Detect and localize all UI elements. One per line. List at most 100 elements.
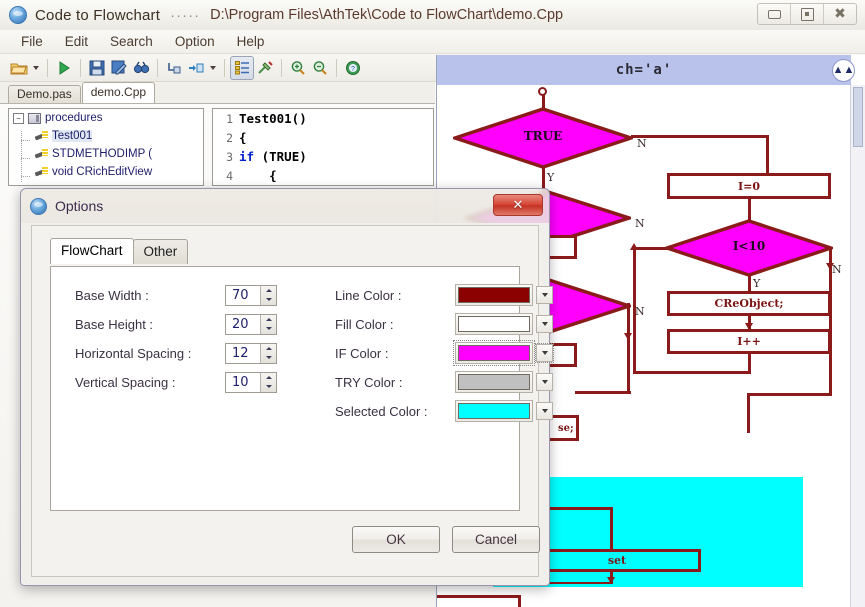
selected-color-dropdown-caret[interactable] (536, 402, 553, 420)
stepper-buttons[interactable] (260, 372, 276, 392)
arrow-head (826, 263, 834, 270)
if-color-swatch-button[interactable] (453, 340, 535, 366)
tree-tick (21, 140, 31, 141)
menu-item-edit[interactable]: Edit (54, 32, 99, 51)
editor-tab-demo-pas[interactable]: Demo.pas (8, 85, 81, 103)
process-node-set[interactable]: set (533, 549, 701, 572)
stepper-down-icon[interactable] (261, 324, 276, 334)
tree-item-test001[interactable]: Test001 (9, 127, 203, 145)
menu-item-option[interactable]: Option (164, 32, 226, 51)
procedure-icon (35, 166, 48, 178)
fill-color-dropdown-caret[interactable] (536, 315, 553, 333)
code-rest: (TRUE) (254, 149, 307, 164)
tree-item-cricheditview[interactable]: void CRichEditView (9, 163, 203, 181)
toolbar-separator (47, 58, 48, 77)
stepper-down-icon[interactable] (261, 382, 276, 392)
dialog-close-button[interactable]: ✕ (493, 194, 543, 216)
try-color-dropdown-caret[interactable] (536, 373, 553, 391)
find-icon[interactable] (130, 57, 152, 79)
stepper-up-icon[interactable] (261, 286, 276, 296)
ok-button[interactable]: OK (352, 526, 440, 553)
procedures-tree-panel[interactable]: − procedures Test001 STDMETHODIMP ( void… (8, 108, 204, 186)
menu-item-help[interactable]: Help (226, 32, 276, 51)
options-dialog[interactable]: Options ✕ FlowChart Other Base Width : 7… (20, 188, 554, 586)
scrollbar-thumb[interactable] (853, 87, 863, 147)
connector-line (747, 393, 750, 433)
selected-color-swatch-button[interactable] (455, 400, 533, 422)
flowchart-vertical-scrollbar[interactable] (850, 85, 865, 607)
maximize-button[interactable] (791, 4, 824, 24)
cancel-button-label: Cancel (474, 532, 518, 547)
tree-collapse-icon[interactable]: − (13, 112, 24, 124)
menu-item-search[interactable]: Search (99, 32, 164, 51)
help-icon[interactable]: ? (342, 57, 364, 79)
stepper-buttons[interactable] (260, 285, 276, 305)
field-if-color: IF Color : (335, 340, 554, 366)
field-label: Fill Color : (335, 316, 394, 332)
connector-line (627, 303, 630, 391)
try-color-swatch-button[interactable] (455, 371, 533, 393)
horizontal-spacing-stepper[interactable]: 12 (225, 342, 277, 364)
minimize-button[interactable] (758, 4, 791, 24)
line-number: 2 (226, 130, 233, 145)
close-button[interactable]: ✖ (824, 4, 856, 24)
fill-color-swatch-button[interactable] (455, 313, 533, 335)
stepper-buttons[interactable] (260, 314, 276, 334)
procedure-icon (35, 130, 48, 142)
connector-line (766, 135, 769, 175)
run-icon[interactable] (53, 57, 75, 79)
tree-item-stdmethodimp[interactable]: STDMETHODIMP ( (9, 145, 203, 163)
dialog-title-bar[interactable]: Options (21, 189, 549, 223)
code-line: 2 { (213, 128, 433, 147)
process-node-hidden-4[interactable] (437, 595, 521, 607)
field-label: TRY Color : (335, 374, 403, 390)
insert-dropdown-caret[interactable] (210, 65, 216, 70)
close-icon: ✕ (512, 197, 524, 213)
tree-node-procedures[interactable]: − procedures (9, 109, 203, 127)
goto-line-icon[interactable] (163, 57, 185, 79)
editor-tab-demo-cpp[interactable]: demo.Cpp (81, 82, 156, 103)
code-editor[interactable]: 1 Test001() 2 { 3 if (TRUE) 4 { (212, 108, 434, 186)
save-icon[interactable] (86, 57, 108, 79)
zoom-in-icon[interactable] (287, 57, 309, 79)
tab-other[interactable]: Other (132, 239, 189, 264)
ok-button-label: OK (386, 532, 406, 547)
process-node-increment[interactable]: I++ (667, 329, 831, 354)
save-as-icon[interactable] (108, 57, 130, 79)
cancel-button[interactable]: Cancel (452, 526, 540, 553)
stepper-up-icon[interactable] (261, 344, 276, 354)
if-color-dropdown-caret[interactable] (535, 343, 554, 363)
zoom-out-icon[interactable] (309, 57, 331, 79)
base-height-stepper[interactable]: 20 (225, 313, 277, 335)
flowchart-tab-page: Base Width : 70 Base Height : 20 Horizon… (50, 266, 554, 511)
connector-line (575, 391, 631, 394)
outline-list-icon[interactable] (230, 55, 254, 80)
stepper-up-icon[interactable] (261, 315, 276, 325)
tab-flowchart[interactable]: FlowChart (50, 238, 134, 264)
field-vertical-spacing: Vertical Spacing : 10 (75, 370, 277, 394)
connector-line (748, 199, 751, 221)
decision-label: TRUE (523, 129, 563, 143)
base-width-stepper[interactable]: 70 (225, 284, 277, 306)
decision-node-loop-condition[interactable]: I<10 (665, 219, 833, 277)
line-color-swatch-button[interactable] (455, 284, 533, 306)
process-node-creobject[interactable]: CReObject; (667, 291, 831, 316)
toolbar-separator (80, 58, 81, 77)
open-file-icon[interactable] (8, 57, 30, 79)
procedure-icon (35, 148, 48, 160)
process-node-i-init[interactable]: I=0 (667, 173, 831, 199)
vertical-spacing-stepper[interactable]: 10 (225, 371, 277, 393)
tools-icon[interactable] (254, 57, 276, 79)
decision-node-true[interactable]: TRUE (453, 107, 633, 169)
insert-icon[interactable] (185, 57, 207, 79)
stepper-up-icon[interactable] (261, 373, 276, 383)
stepper-value: 12 (232, 345, 249, 361)
open-file-dropdown-caret[interactable] (33, 65, 39, 70)
stepper-down-icon[interactable] (261, 295, 276, 305)
menu-item-file[interactable]: File (10, 32, 54, 51)
code-text: if (TRUE) (239, 149, 307, 164)
line-color-dropdown-caret[interactable] (536, 286, 553, 304)
stepper-down-icon[interactable] (261, 353, 276, 363)
stepper-buttons[interactable] (260, 343, 276, 363)
chevron-up-double-icon[interactable]: ▲▲ (832, 59, 855, 82)
